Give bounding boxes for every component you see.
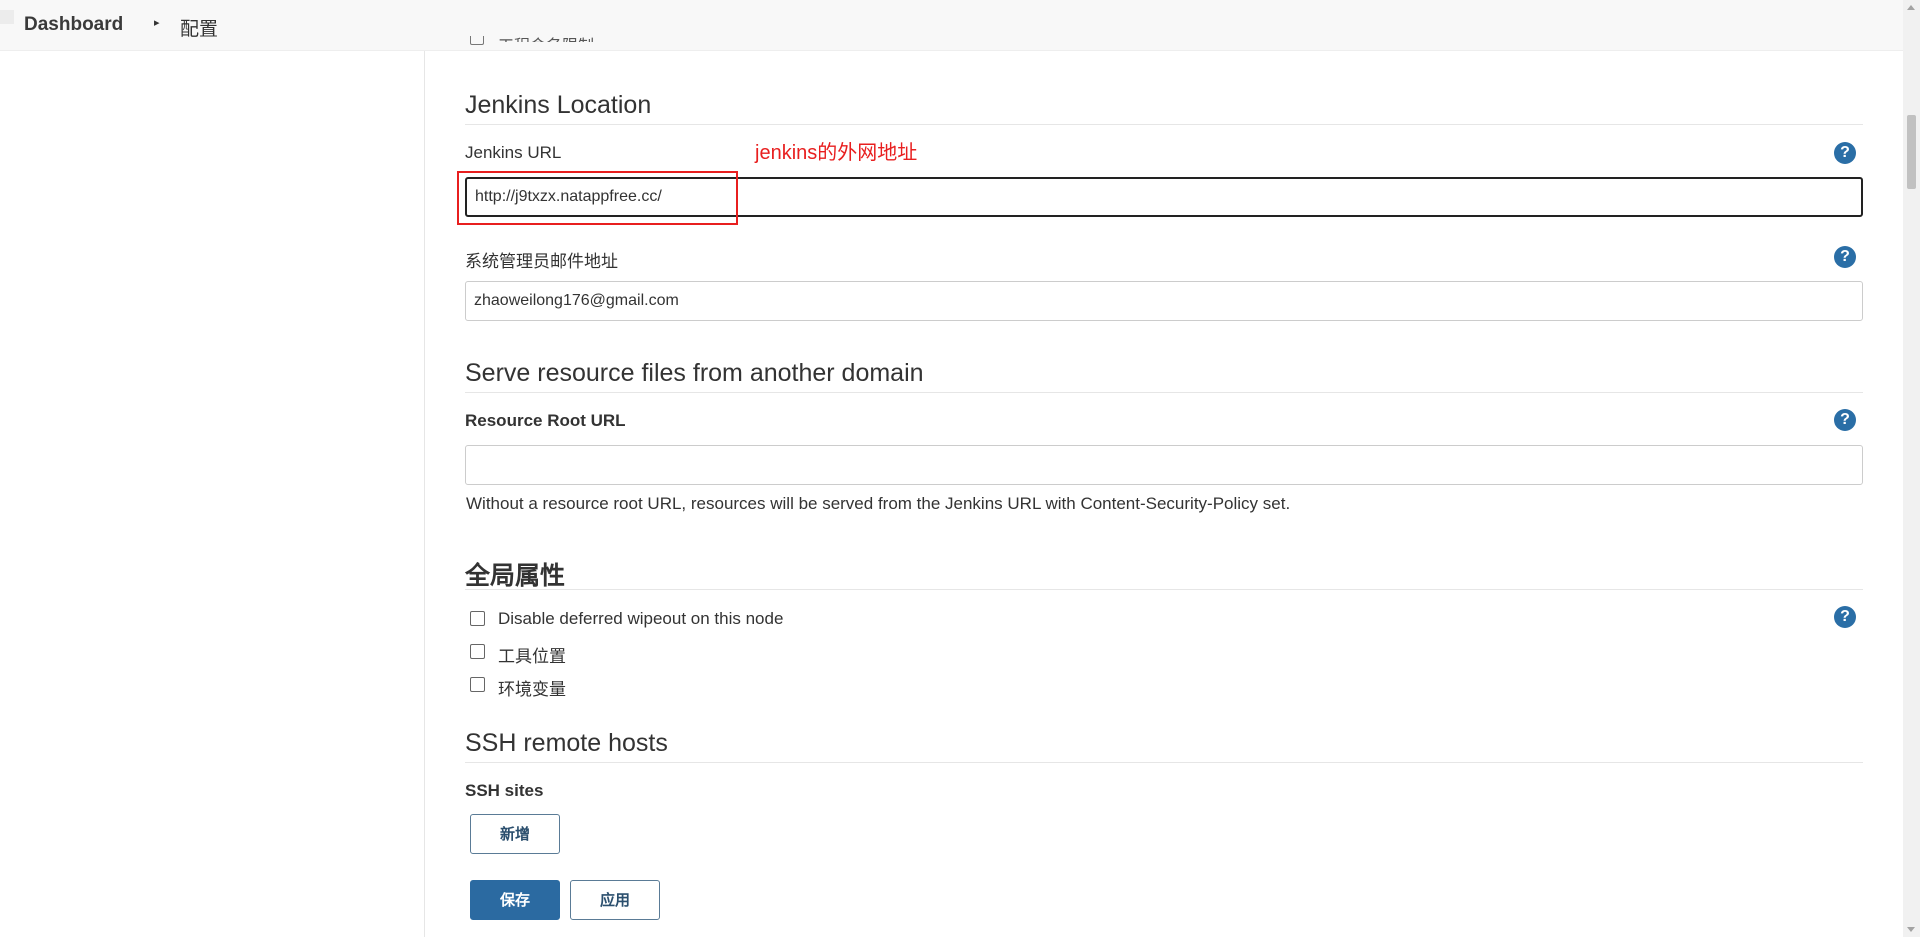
jenkins-url-label: Jenkins URL bbox=[465, 143, 562, 162]
section-title-global-properties: 全局属性 bbox=[465, 562, 566, 590]
checkbox-label[interactable]: 工具位置 bbox=[498, 642, 566, 667]
resource-root-url-label: Resource Root URL bbox=[465, 411, 626, 430]
global-properties-help-icon[interactable]: ? bbox=[1834, 606, 1856, 628]
add-ssh-site-button[interactable]: 新增 bbox=[470, 814, 560, 854]
section-title-resource-domain: Serve resource files from another domain bbox=[465, 359, 924, 387]
checkbox[interactable] bbox=[470, 644, 485, 659]
jenkins-url-help-icon[interactable]: ? bbox=[1834, 142, 1856, 164]
admin-email-label: 系统管理员邮件地址 bbox=[465, 252, 618, 271]
checkbox-label[interactable]: 环境变量 bbox=[498, 675, 566, 700]
breadcrumb-dashboard-link[interactable]: Dashboard bbox=[24, 14, 123, 36]
checkbox[interactable] bbox=[470, 611, 485, 626]
checkbox[interactable] bbox=[470, 677, 485, 692]
ssh-sites-label: SSH sites bbox=[465, 781, 544, 800]
corner-square bbox=[0, 10, 14, 24]
breadcrumb-bar: Dashboard ▸ 配置 bbox=[0, 0, 1903, 51]
breadcrumb-current-page[interactable]: 配置 bbox=[180, 14, 218, 41]
admin-email-input[interactable] bbox=[465, 281, 1863, 321]
section-divider bbox=[465, 392, 1863, 393]
cut-off-checkbox[interactable] bbox=[470, 36, 484, 45]
scroll-up-arrow-icon[interactable] bbox=[1907, 5, 1915, 10]
section-divider bbox=[465, 589, 1863, 590]
annotation-highlight-box bbox=[457, 171, 738, 225]
breadcrumb-chevron-icon[interactable]: ▸ bbox=[154, 16, 160, 29]
apply-button[interactable]: 应用 bbox=[570, 880, 660, 920]
section-title-ssh-remote-hosts: SSH remote hosts bbox=[465, 729, 668, 757]
cut-off-checkbox-label: 工程命名限制 bbox=[498, 32, 594, 42]
scroll-down-arrow-icon[interactable] bbox=[1907, 927, 1915, 932]
annotation-text: jenkins的外网地址 bbox=[755, 142, 918, 164]
save-button[interactable]: 保存 bbox=[470, 880, 560, 920]
sidebar-divider bbox=[424, 51, 425, 937]
section-divider bbox=[465, 762, 1863, 763]
resource-root-url-help-icon[interactable]: ? bbox=[1834, 409, 1856, 431]
page-scrollbar[interactable] bbox=[1903, 0, 1920, 937]
scrollbar-thumb[interactable] bbox=[1907, 115, 1916, 189]
section-title-jenkins-location: Jenkins Location bbox=[465, 91, 652, 119]
section-divider bbox=[465, 124, 1863, 125]
checkbox-label[interactable]: Disable deferred wipeout on this node bbox=[498, 609, 783, 629]
resource-root-url-input[interactable] bbox=[465, 445, 1863, 485]
admin-email-help-icon[interactable]: ? bbox=[1834, 246, 1856, 268]
resource-root-url-note: Without a resource root URL, resources w… bbox=[466, 494, 1291, 513]
